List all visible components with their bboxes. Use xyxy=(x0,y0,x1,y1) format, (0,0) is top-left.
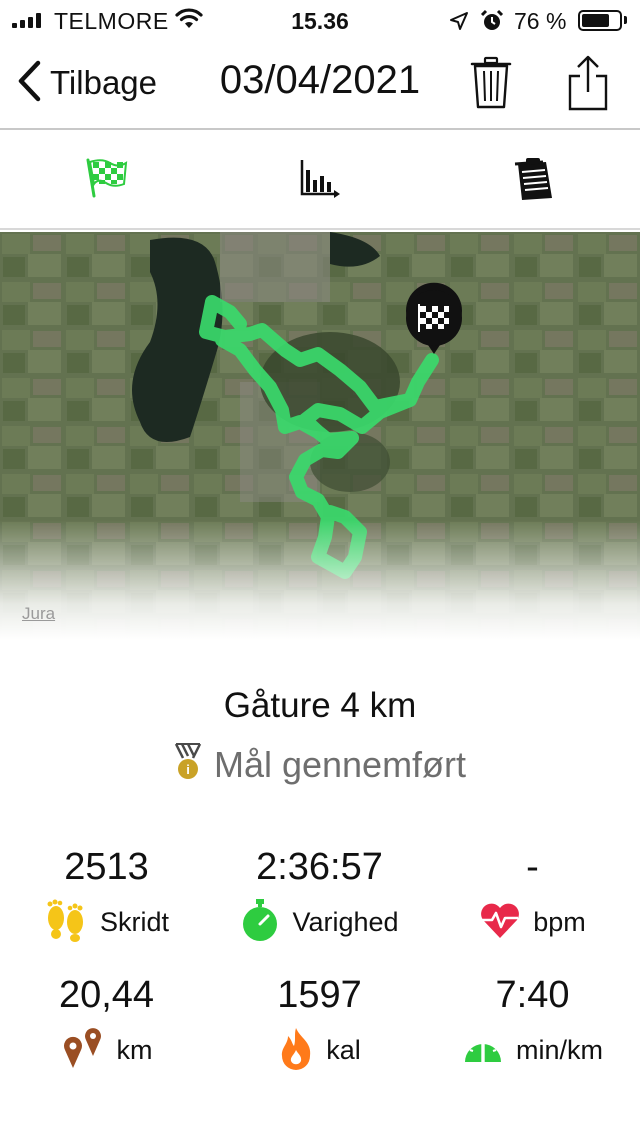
chevron-left-icon xyxy=(16,60,42,107)
stat-calories-value: 1597 xyxy=(277,974,362,1016)
location-pins-icon xyxy=(61,1026,105,1075)
goal-status: i Mål gennemført xyxy=(0,742,640,787)
battery-icon xyxy=(578,10,622,31)
alarm-clock-icon xyxy=(480,9,504,39)
stat-distance: 20,44 km xyxy=(0,974,213,1072)
stat-pace-value: 7:40 xyxy=(495,974,570,1016)
status-bar: TELMORE 15.36 76 % xyxy=(0,0,640,40)
tab-graph[interactable] xyxy=(298,156,342,205)
stat-steps-label: Skridt xyxy=(99,906,170,937)
stat-duration-value: 2:36:57 xyxy=(256,846,383,888)
stat-duration-label: Varighed xyxy=(292,906,399,937)
battery-percent: 76 % xyxy=(514,8,567,34)
battery-tip xyxy=(624,16,627,24)
stat-steps-value: 2513 xyxy=(64,846,149,888)
stat-heart-rate-label: bpm xyxy=(533,906,586,937)
heart-rate-icon xyxy=(479,900,521,945)
stopwatch-icon xyxy=(240,898,280,947)
goal-status-text: Mål gennemført xyxy=(213,743,467,785)
stat-steps: 2513 Skridt xyxy=(0,846,213,944)
stat-distance-value: 20,44 xyxy=(58,974,155,1016)
share-icon xyxy=(566,55,610,116)
medal-icon: i xyxy=(174,742,202,787)
location-arrow-icon xyxy=(449,10,469,37)
flame-icon xyxy=(278,1026,314,1075)
delete-button[interactable] xyxy=(470,56,512,115)
page-title: 03/04/2021 xyxy=(219,58,421,102)
map-credit-link[interactable]: Jura xyxy=(22,604,55,624)
nav-bar: Tilbage 03/04/2021 xyxy=(0,40,640,130)
stat-pace: 7:40 min/km xyxy=(426,974,639,1072)
footprints-icon xyxy=(44,898,88,947)
notepad-icon xyxy=(512,158,556,206)
back-button[interactable]: Tilbage xyxy=(16,60,157,106)
stat-calories-label: kal xyxy=(326,1034,361,1065)
svg-text:i: i xyxy=(186,762,190,777)
stat-pace-label: min/km xyxy=(516,1034,603,1065)
share-button[interactable] xyxy=(566,54,610,117)
trash-icon xyxy=(470,56,512,114)
stat-distance-label: km xyxy=(116,1034,153,1065)
checkered-flag-icon xyxy=(84,158,128,204)
stat-heart-rate-value: - xyxy=(526,846,539,888)
stat-duration: 2:36:57 Varighed xyxy=(213,846,426,944)
tab-route[interactable] xyxy=(84,156,128,205)
speedometer-icon xyxy=(462,1028,504,1073)
tab-bar xyxy=(0,130,640,230)
activity-title: Gåture 4 km xyxy=(223,686,417,725)
stat-calories: 1597 kal xyxy=(213,974,426,1072)
back-label: Tilbage xyxy=(50,64,158,101)
bar-chart-icon xyxy=(298,160,342,204)
tab-notes[interactable] xyxy=(512,156,556,207)
stat-heart-rate: - bpm xyxy=(426,846,639,944)
map-fade xyxy=(0,520,640,640)
route-map[interactable]: Jura xyxy=(0,232,640,640)
